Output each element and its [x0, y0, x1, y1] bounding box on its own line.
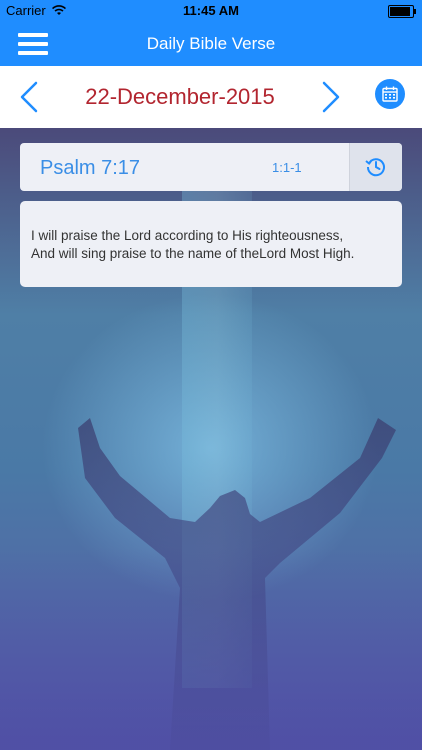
calendar-icon — [382, 86, 398, 102]
history-icon — [365, 158, 385, 177]
history-button[interactable] — [349, 143, 402, 191]
battery-icon — [388, 5, 416, 18]
clock: 11:45 AM — [183, 3, 239, 18]
verse-number: 1:1-1 — [272, 160, 302, 175]
date-navigator: 22-December-2015 — [0, 66, 422, 128]
nav-bar: Daily Bible Verse — [0, 22, 422, 66]
verse-line-1: I will praise the Lord according to His … — [31, 228, 344, 243]
verse-text: I will praise the Lord according to His … — [31, 227, 394, 263]
status-bar: Carrier 11:45 AM — [0, 0, 422, 22]
verse-reference[interactable]: Psalm 7:17 — [40, 157, 140, 180]
verse-card: I will praise the Lord according to His … — [20, 201, 402, 287]
chevron-right-icon[interactable] — [318, 81, 342, 113]
current-date: 22-December-2015 — [85, 84, 275, 109]
page-title: Daily Bible Verse — [146, 34, 276, 53]
verse-reference-card: Psalm 7:17 1:1-1 — [20, 143, 402, 191]
chevron-left-icon[interactable] — [18, 81, 42, 113]
calendar-button[interactable] — [375, 79, 405, 109]
verse-line-2: And will sing praise to the name of theL… — [31, 246, 355, 261]
worship-figure-image — [78, 418, 396, 750]
